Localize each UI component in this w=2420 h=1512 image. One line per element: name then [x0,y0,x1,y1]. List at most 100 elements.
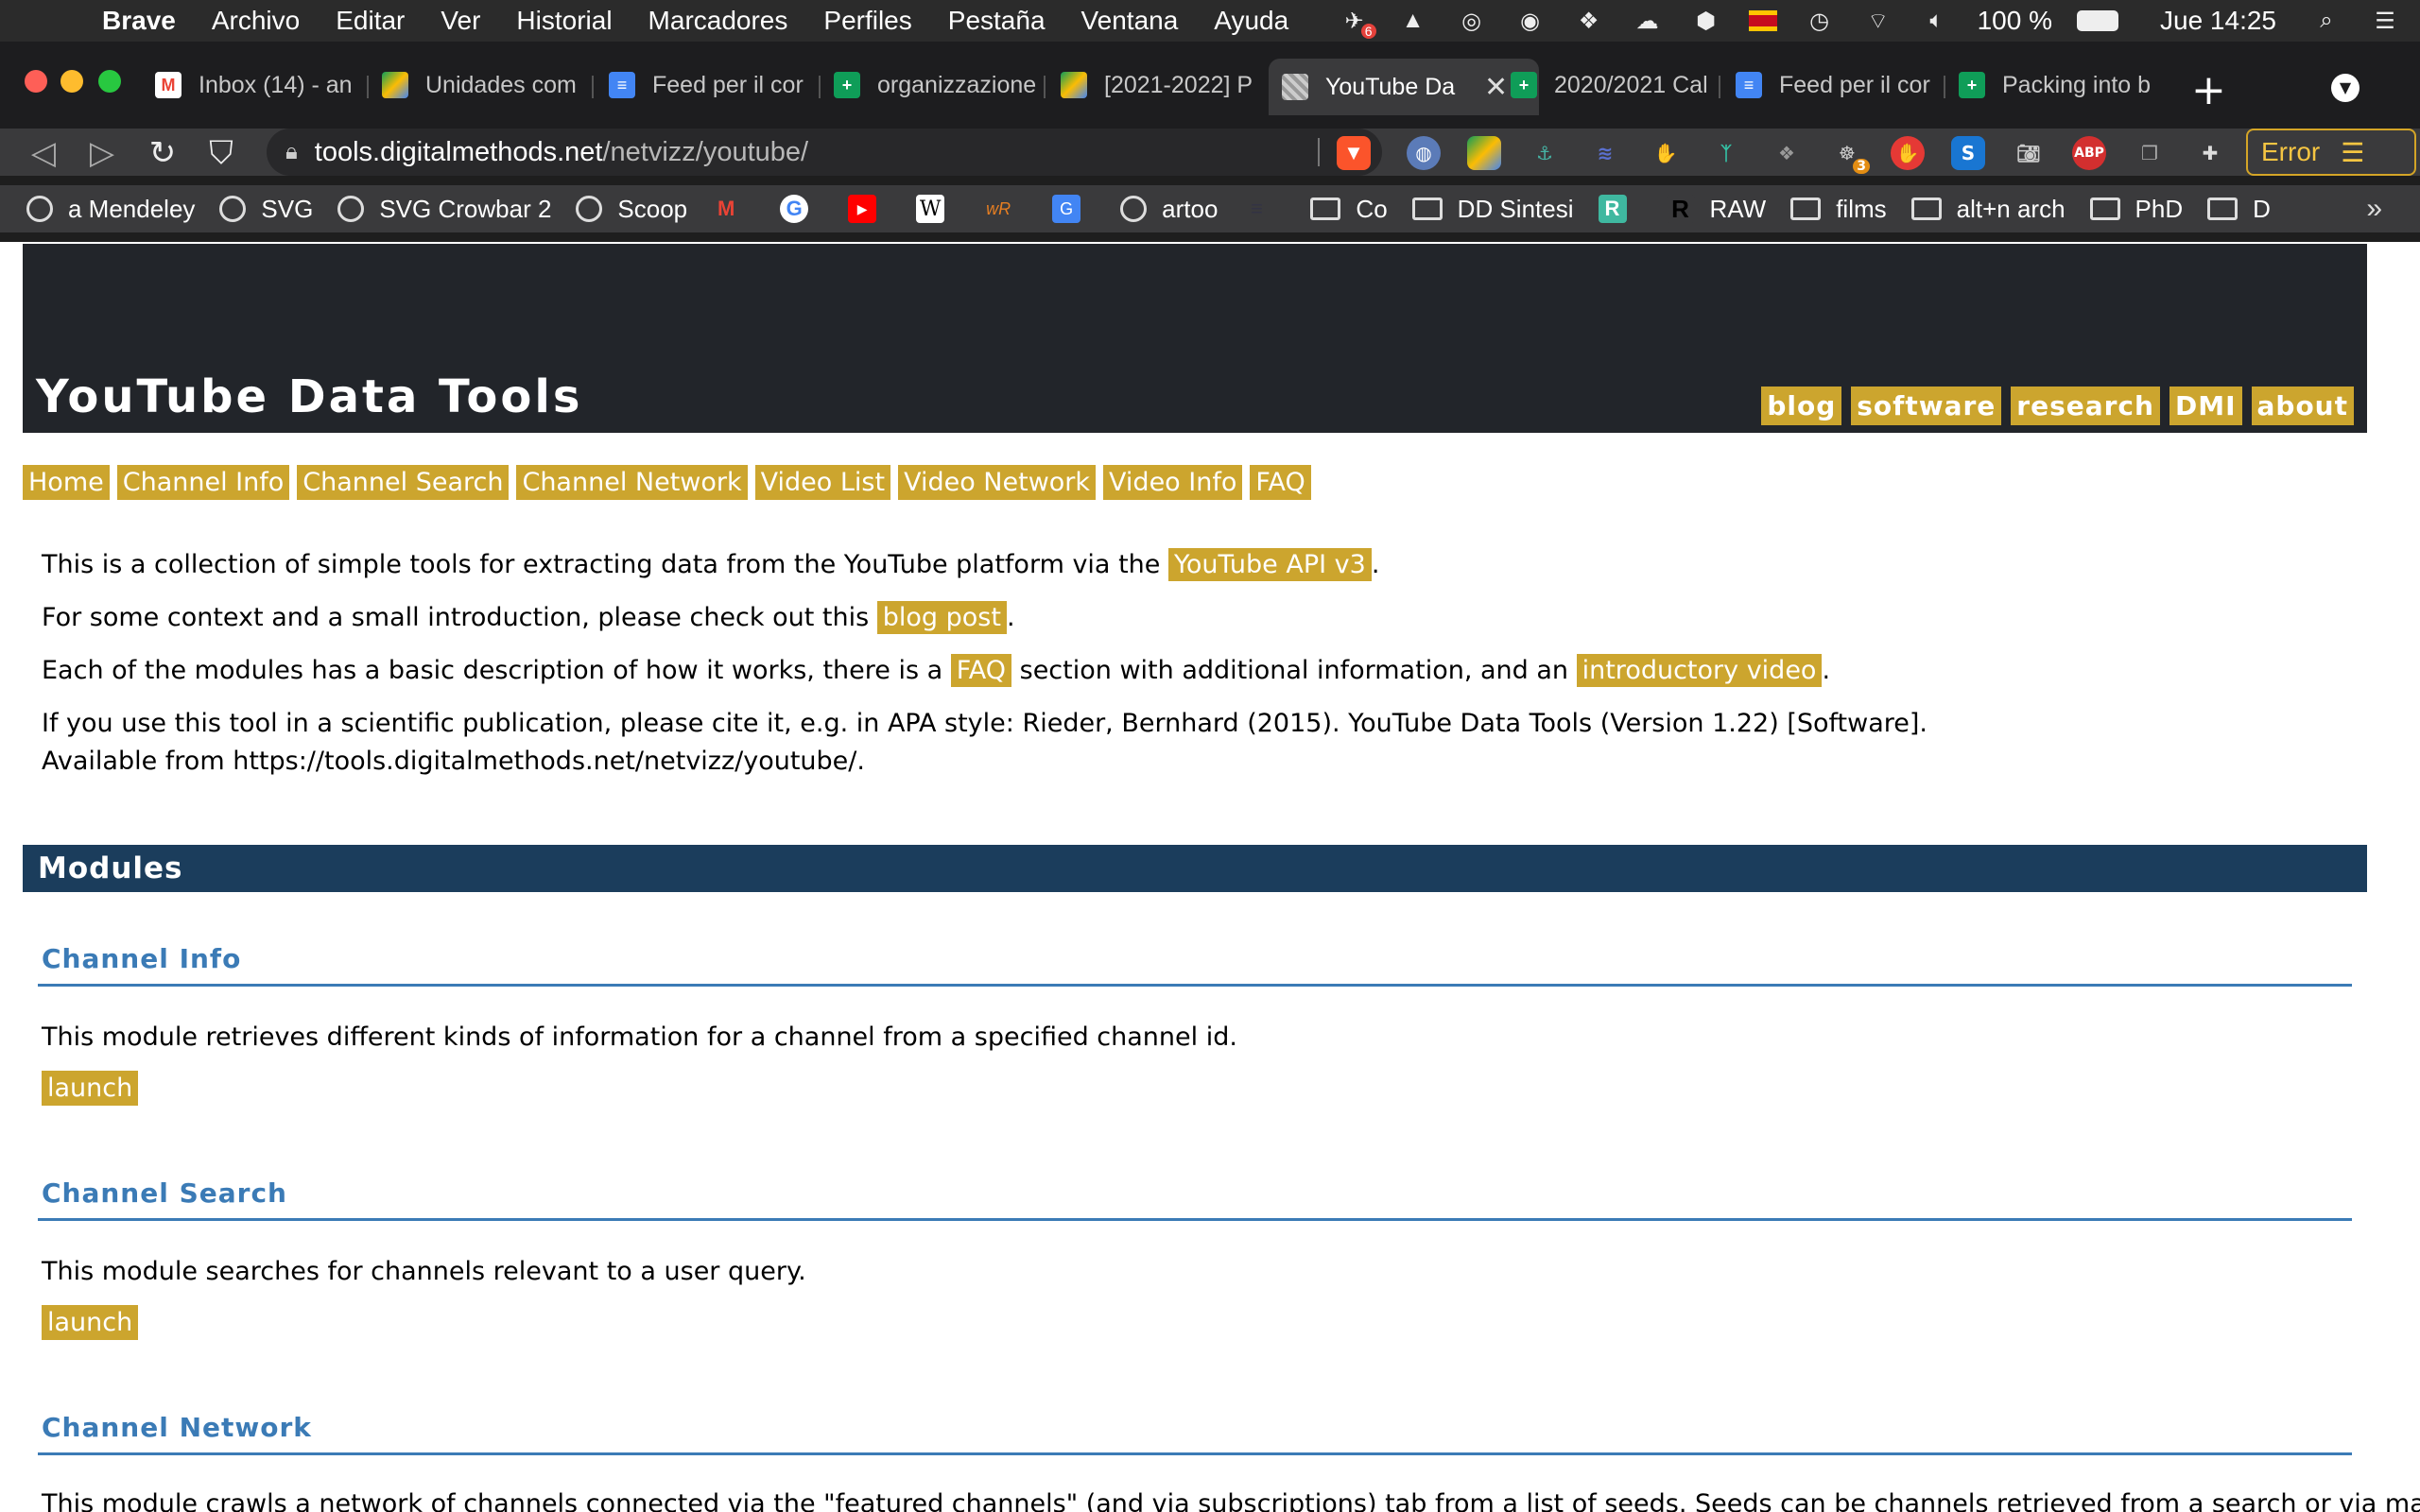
nav-dmi[interactable]: DMI [2169,387,2242,425]
app-menu[interactable]: Brave [102,6,176,36]
nav-about[interactable]: about [2251,387,2354,425]
tab-youtube-data-tools[interactable]: YouTube Da ✕ [1269,59,1539,115]
bookmark-wikipedia[interactable]: W [916,195,959,223]
drive-extension-icon[interactable] [1467,136,1501,170]
battery-icon[interactable] [2077,10,2118,31]
volume-icon[interactable]: 🔈︎ [1921,7,1953,35]
bookmark-folder-altn-arch[interactable]: alt+n arch [1910,195,2066,224]
menu-ventana[interactable]: Ventana [1081,6,1179,36]
tab-feed-2[interactable]: ≡ Feed per il cor [1736,60,1938,110]
dropbox-extension-icon[interactable]: ❖ [1770,136,1804,170]
faq-link[interactable]: FAQ [950,654,1012,687]
bookmark-google[interactable]: G [780,195,823,223]
forward-button[interactable]: ▷ [81,132,123,174]
bookmark-raw[interactable]: R RAW [1666,195,1766,224]
cloud-icon[interactable]: ☁ [1632,7,1664,35]
subnav-video-info[interactable]: Video Info [1103,465,1243,500]
subnav-video-network[interactable]: Video Network [898,465,1097,500]
bookmark-svg-crowbar[interactable]: SVG Crowbar 2 [337,195,551,224]
tab-2021-2022[interactable]: [2021-2022] P [1061,60,1259,110]
blog-post-link[interactable]: blog post [876,601,1007,634]
menu-perfiles[interactable]: Perfiles [823,6,911,36]
tampermonkey-extension-icon[interactable]: ☸ 3 [1830,136,1870,174]
camera-extension-icon[interactable]: 📷︎ [2012,136,2046,170]
close-window-button[interactable] [25,70,47,93]
bookmark-dark[interactable]: ≡ [1242,195,1286,223]
subnav-home[interactable]: Home [23,465,110,500]
nav-blog[interactable]: blog [1761,387,1842,425]
minimize-window-button[interactable] [60,70,83,93]
nav-software[interactable]: software [1851,387,2002,425]
profile-error-button[interactable]: Error ☰ [2246,129,2416,176]
bookmark-folder-dd-sintesi[interactable]: DD Sintesi [1411,195,1574,224]
menu-pestana[interactable]: Pestaña [948,6,1046,36]
menu-marcadores[interactable]: Marcadores [648,6,788,36]
creative-cloud-icon[interactable]: ◉ [1514,7,1547,35]
new-tab-button[interactable]: + [2191,66,2226,114]
menu-archivo[interactable]: Archivo [212,6,300,36]
s-extension-icon[interactable]: S [1951,136,1985,170]
flag-es-icon[interactable] [1748,10,1777,31]
copy-extension-icon[interactable]: ❐ [2133,136,2167,170]
hexagon-app-icon[interactable]: ⬢ [1690,7,1722,35]
tab-calendar[interactable]: + 2020/2021 Cal [1511,60,1713,110]
subnav-video-list[interactable]: Video List [754,465,891,500]
adblock-plus-icon[interactable]: ABP [2072,136,2106,170]
reload-button[interactable]: ↻ [142,132,183,174]
bookmark-wr[interactable]: wR [984,195,1028,223]
menu-ayuda[interactable]: Ayuda [1214,6,1288,36]
tab-search-chevron-icon[interactable]: ▼ [2331,74,2360,102]
dropbox-icon[interactable]: ❖ [1573,7,1605,35]
subnav-faq[interactable]: FAQ [1250,465,1311,500]
clock[interactable]: Jue 14:25 [2160,6,2276,36]
tab-unidades[interactable]: Unidades com [382,60,584,110]
bookmark-youtube[interactable]: ▶ [848,195,891,223]
wifi-icon[interactable]: ⌔ [1862,7,1894,35]
hand-extension-icon[interactable]: ✋ [1649,136,1683,170]
menu-ver[interactable]: Ver [441,6,480,36]
layers-extension-icon[interactable]: ≋ [1588,136,1622,170]
back-button[interactable]: ◁ [23,132,64,174]
introductory-video-link[interactable]: introductory video [1576,654,1823,687]
bookmark-page-button[interactable]: ⛉ [200,132,242,174]
bookmark-folder-d[interactable]: D [2207,195,2271,224]
puzzle-extensions-icon[interactable]: ✚ [2193,136,2227,170]
bookmark-translate[interactable]: G [1052,195,1096,223]
bookmark-gmail[interactable]: M [712,195,755,223]
tab-feed-1[interactable]: ≡ Feed per il cor [609,60,811,110]
stop-hand-extension-icon[interactable]: ✋ [1891,136,1925,170]
launch-button[interactable]: launch [42,1071,139,1106]
youtube-api-link[interactable]: YouTube API v3 [1167,548,1372,581]
nav-research[interactable]: research [2011,387,2160,425]
spiral-icon[interactable]: ◎ [1456,7,1488,35]
globe-extension-icon[interactable]: ◍ [1407,136,1441,170]
deer-extension-icon[interactable]: ᛉ [1709,136,1743,170]
bookmark-folder-co[interactable]: Co [1310,195,1388,224]
close-tab-icon[interactable]: ✕ [1484,71,1508,104]
creative-cloud-a-icon[interactable]: ▲ [1397,7,1429,35]
bookmark-folder-phd[interactable]: PhD [2089,195,2183,224]
bookmark-scoop[interactable]: Scoop [576,195,687,224]
anchor-extension-icon[interactable]: ⚓ [1528,136,1562,170]
bookmark-svg[interactable]: SVG [219,195,313,224]
launch-button[interactable]: launch [42,1305,139,1340]
lock-icon[interactable]: 🔒︎ [285,139,298,165]
bookmark-artoo[interactable]: artoo [1120,195,1218,224]
more-bookmarks-chevron-icon[interactable]: » [2366,193,2382,225]
bookmark-folder-films[interactable]: films [1790,195,1887,224]
brave-shields-icon[interactable]: ▼ [1337,136,1371,170]
tab-organizzazione[interactable]: + organizzazione [834,60,1036,110]
send-notification-icon[interactable]: ✈ 6 [1339,7,1376,39]
subnav-channel-info[interactable]: Channel Info [116,465,290,500]
bookmark-mendeley[interactable]: a Mendeley [26,195,195,224]
tab-packing[interactable]: + Packing into b [1959,60,2161,110]
spotlight-search-icon[interactable]: ⌕ [2310,7,2342,35]
menu-historial[interactable]: Historial [516,6,612,36]
address-bar[interactable]: 🔒︎ tools.digitalmethods.net/netvizz/yout… [267,129,1382,176]
control-center-icon[interactable]: ☰ [2369,7,2401,35]
subnav-channel-search[interactable]: Channel Search [297,465,510,500]
maximize-window-button[interactable] [98,70,121,93]
bookmark-r-teal[interactable]: R [1598,195,1642,223]
subnav-channel-network[interactable]: Channel Network [516,465,748,500]
site-title[interactable]: YouTube Data Tools [36,370,582,423]
